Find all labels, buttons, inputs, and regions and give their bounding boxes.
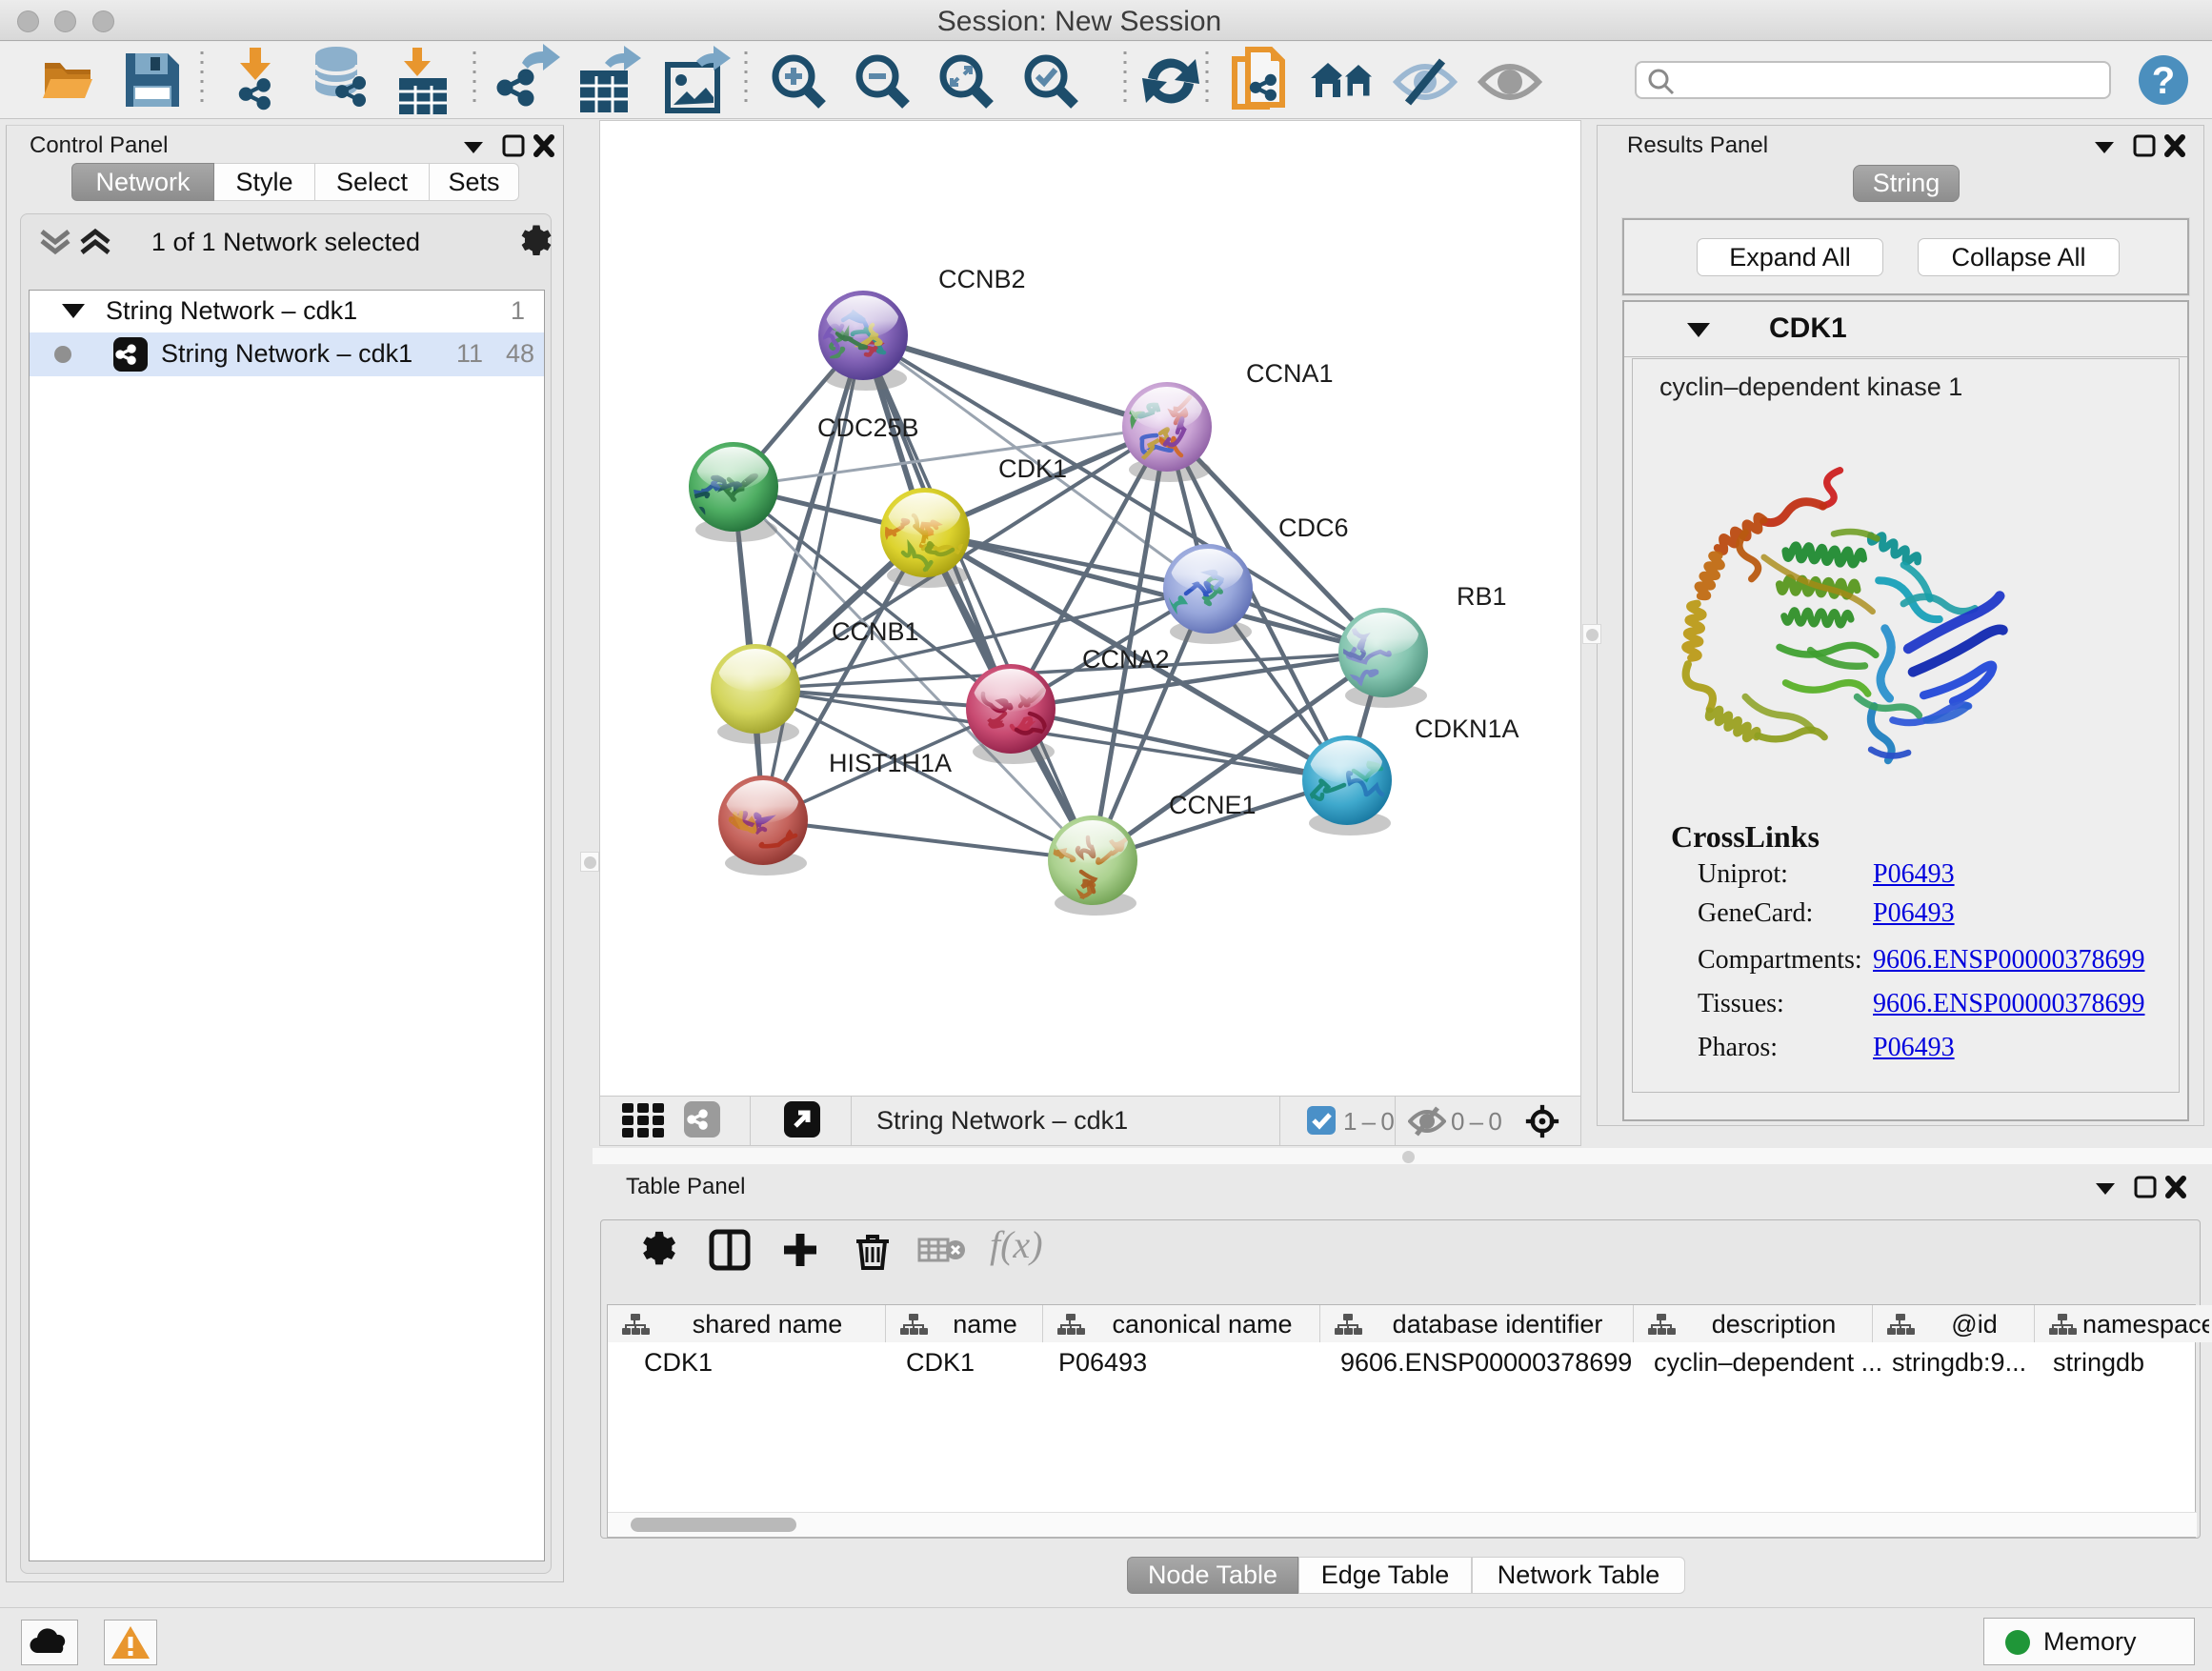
svg-text:CCNA2: CCNA2 [1082,645,1170,674]
svg-text:HIST1H1A: HIST1H1A [829,749,952,777]
svg-text:CCNA1: CCNA1 [1246,359,1334,388]
svg-text:CDKN1A: CDKN1A [1415,715,1519,743]
svg-text:CDK1: CDK1 [998,454,1067,483]
svg-text:CCNE1: CCNE1 [1169,791,1257,819]
svg-text:CDC6: CDC6 [1278,513,1349,542]
svg-text:CCNB2: CCNB2 [938,265,1026,293]
svg-text:CCNB1: CCNB1 [832,617,919,646]
svg-text:CDC25B: CDC25B [817,413,919,442]
svg-text:?: ? [2152,60,2175,102]
svg-text:RB1: RB1 [1457,582,1507,611]
